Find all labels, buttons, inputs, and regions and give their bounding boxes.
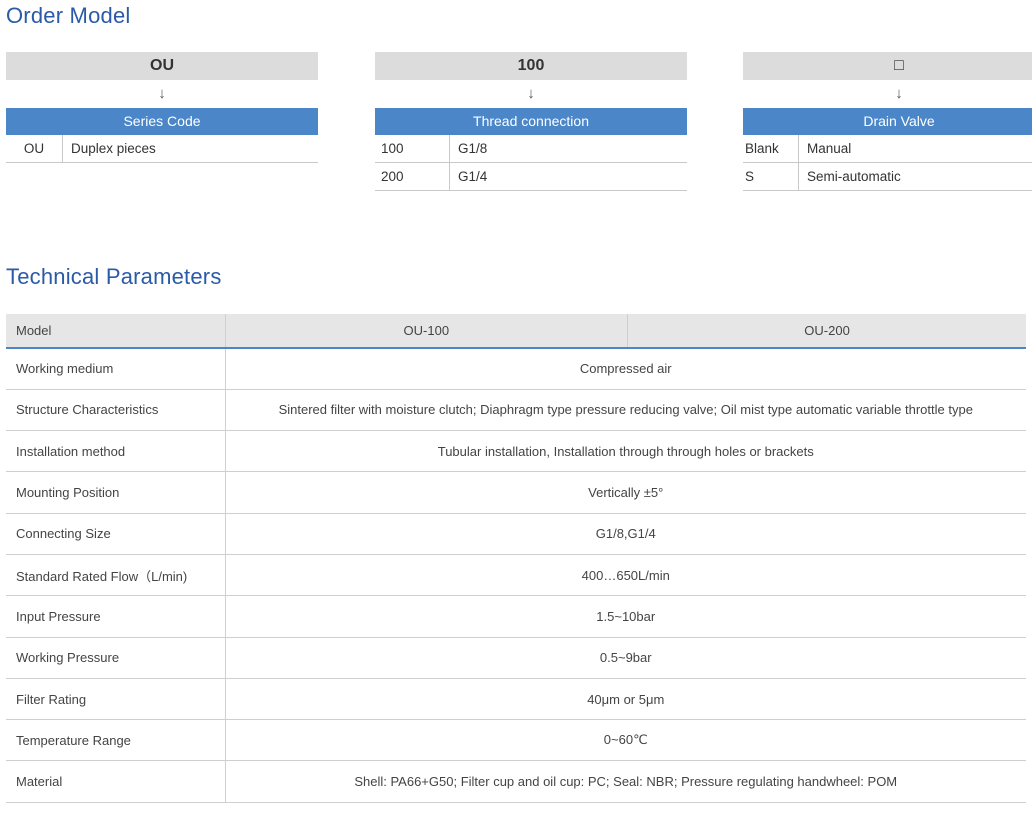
table-row: Input Pressure 1.5~10bar — [6, 595, 1026, 638]
table-row: Standard Rated Flow（L/min) 400…650L/min — [6, 554, 1026, 597]
order-code-series: OU — [6, 52, 318, 80]
order-model-title: Order Model — [6, 3, 131, 28]
order-row-value: Semi-automatic — [807, 169, 901, 184]
order-row: S Semi-automatic — [743, 163, 1032, 191]
order-row-key: 200 — [375, 163, 450, 190]
param-value: Compressed air — [225, 348, 1026, 390]
down-arrow-icon: ↓ — [895, 85, 903, 102]
order-header-drain: Drain Valve — [743, 108, 1032, 135]
order-row-value: Manual — [807, 141, 852, 156]
table-row: Temperature Range 0~60℃ — [6, 719, 1026, 762]
param-label: Installation method — [6, 430, 226, 473]
param-value: Shell: PA66+G50; Filter cup and oil cup:… — [225, 760, 1026, 803]
order-code-thread: 100 — [375, 52, 687, 80]
param-value: 400…650L/min — [225, 554, 1026, 597]
order-row-value: Duplex pieces — [71, 141, 156, 156]
param-value: 1.5~10bar — [225, 595, 1026, 638]
param-value: G1/8,G1/4 — [225, 513, 1026, 555]
param-label: Working Pressure — [6, 637, 226, 679]
param-label: Input Pressure — [6, 595, 226, 638]
order-row: 100 G1/8 — [375, 135, 687, 163]
order-row-key: 100 — [375, 135, 450, 162]
order-row-key: S — [743, 163, 799, 190]
table-row: Working Pressure 0.5~9bar — [6, 637, 1026, 679]
param-label: Mounting Position — [6, 471, 226, 514]
order-header-thread: Thread connection — [375, 108, 687, 135]
table-row: Material Shell: PA66+G50; Filter cup and … — [6, 760, 1026, 803]
order-row-value: G1/8 — [458, 141, 488, 156]
param-label: Connecting Size — [6, 513, 226, 555]
param-value: Tubular installation, Installation throu… — [225, 430, 1026, 473]
order-row: Blank Manual — [743, 135, 1032, 163]
param-label: Working medium — [6, 348, 226, 390]
param-label: Filter Rating — [6, 678, 226, 721]
header-ou-200: OU-200 — [627, 314, 1026, 349]
param-value: Vertically ±5° — [225, 471, 1026, 514]
table-row: Filter Rating 40μm or 5μm — [6, 678, 1026, 721]
table-row: Installation method Tubular installation,… — [6, 430, 1026, 473]
order-row-key: Blank — [743, 135, 799, 162]
technical-parameters-table: Model OU-100 OU-200 Working medium Compre… — [6, 314, 1026, 803]
order-row-key: OU — [6, 135, 63, 162]
header-model-label: Model — [6, 314, 226, 349]
table-header-row: Model OU-100 OU-200 — [6, 314, 1026, 349]
order-model-drain-valve: □ ↓ Drain Valve Blank Manual S Semi-auto… — [743, 52, 1032, 191]
order-row: OU Duplex pieces — [6, 135, 318, 163]
table-row: Structure Characteristics Sintered filter… — [6, 389, 1026, 432]
order-row: 200 G1/4 — [375, 163, 687, 191]
param-value: 0.5~9bar — [225, 637, 1026, 679]
order-model-thread-connection: 100 ↓ Thread connection 100 G1/8 200 G1/… — [375, 52, 687, 191]
down-arrow-icon: ↓ — [158, 85, 166, 102]
order-model-series-code: OU ↓ Series Code OU Duplex pieces — [6, 52, 318, 163]
down-arrow-icon: ↓ — [527, 85, 535, 102]
param-label: Temperature Range — [6, 719, 226, 762]
table-row: Mounting Position Vertically ±5° — [6, 471, 1026, 514]
table-row: Working medium Compressed air — [6, 348, 1026, 390]
param-value: Sintered filter with moisture clutch; Di… — [225, 389, 1026, 432]
order-code-drain: □ — [743, 52, 1032, 80]
param-value: 0~60℃ — [225, 719, 1026, 762]
order-row-value: G1/4 — [458, 169, 488, 184]
header-ou-100: OU-100 — [225, 314, 629, 349]
param-label: Structure Characteristics — [6, 389, 226, 432]
param-label: Standard Rated Flow（L/min) — [6, 554, 226, 597]
technical-parameters-title: Technical Parameters — [6, 264, 222, 289]
order-header-series: Series Code — [6, 108, 318, 135]
table-row: Connecting Size G1/8,G1/4 — [6, 513, 1026, 555]
param-label: Material — [6, 760, 226, 803]
param-value: 40μm or 5μm — [225, 678, 1026, 721]
